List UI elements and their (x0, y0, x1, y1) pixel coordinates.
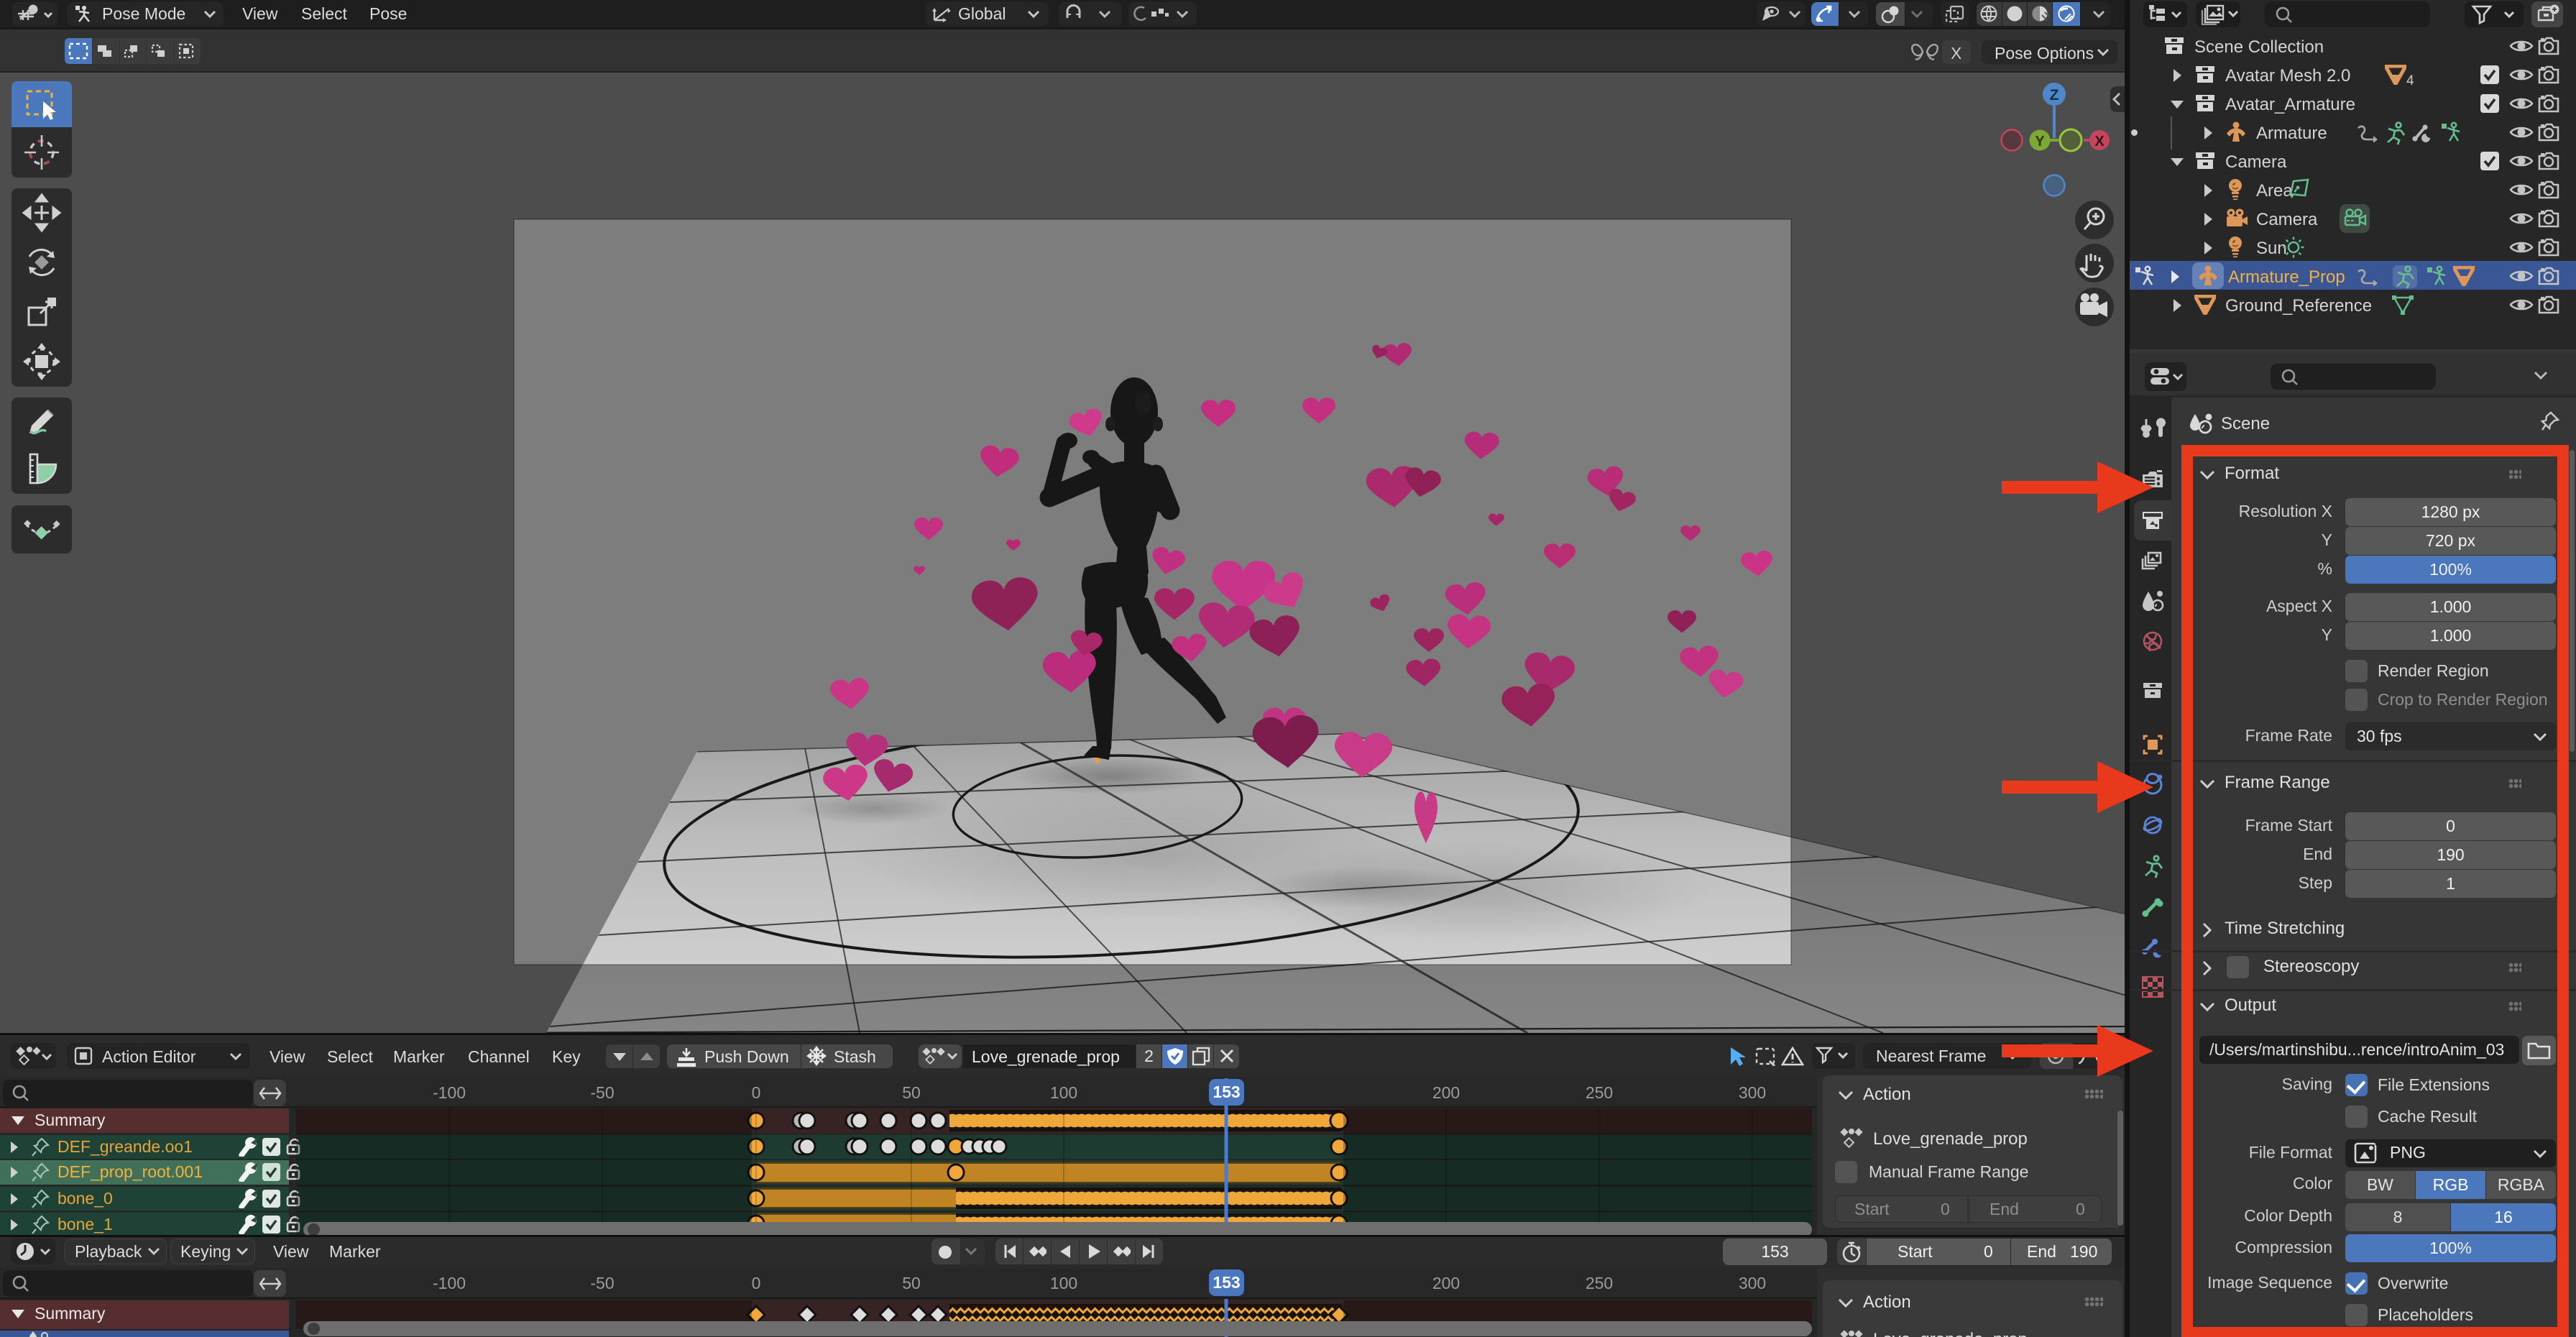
svg-text:Z: Z (2050, 87, 2059, 104)
svg-text:X: X (2094, 134, 2104, 150)
svg-text:Y: Y (2035, 134, 2045, 150)
